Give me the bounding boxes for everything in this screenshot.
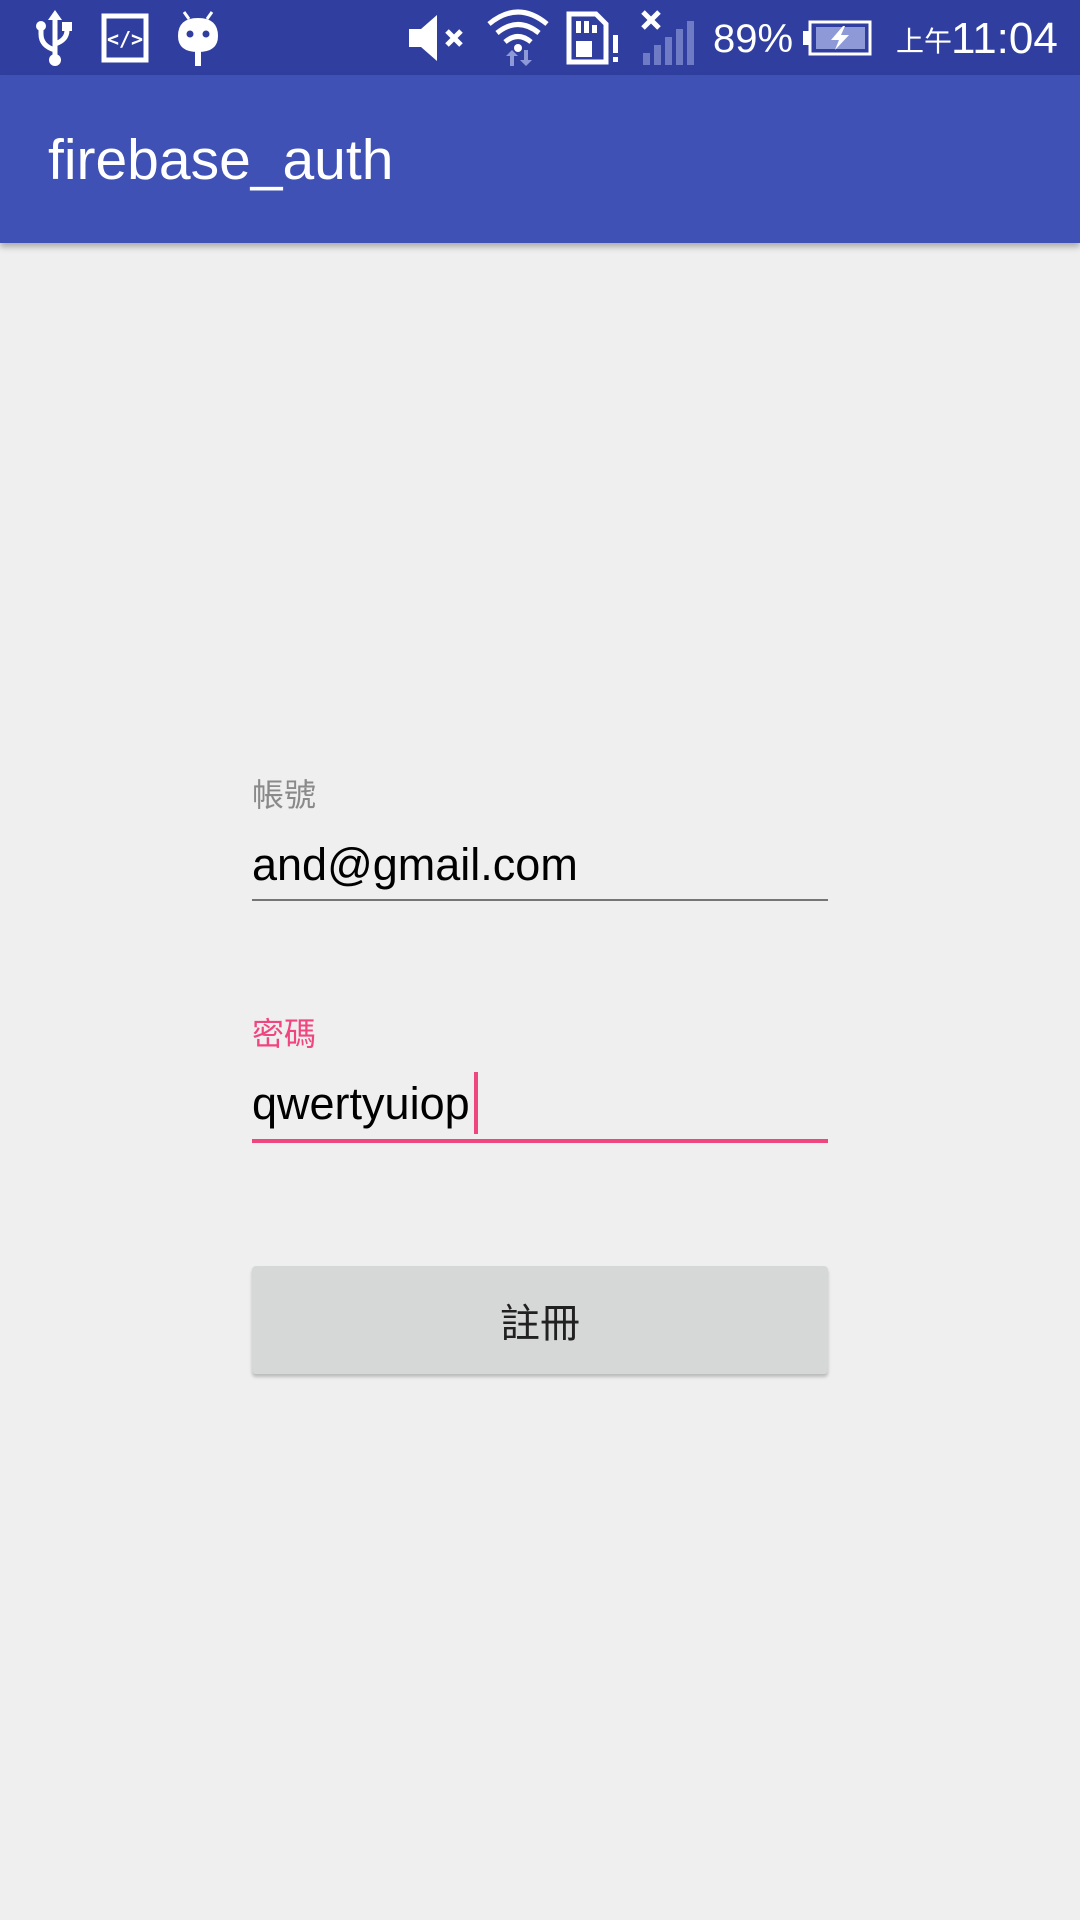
account-label: 帳號: [252, 777, 317, 813]
sd-card-alert-icon: [566, 10, 622, 66]
svg-text:</>: </>: [107, 27, 143, 51]
app-title: firebase_auth: [48, 128, 394, 192]
android-debug-icon: [174, 10, 222, 66]
clock-time: 11:04: [951, 14, 1058, 63]
battery-charging-icon: [803, 10, 873, 66]
time-period: 上午: [896, 26, 953, 57]
register-button[interactable]: 註冊: [252, 1266, 828, 1374]
developer-mode-icon: </>: [100, 10, 150, 66]
password-input-underline: [252, 1139, 828, 1143]
app-bar: firebase_auth: [0, 75, 1080, 243]
no-signal-icon: [638, 10, 702, 66]
account-input-underline: [252, 899, 828, 901]
password-input[interactable]: [252, 1071, 828, 1137]
password-label: 密碼: [252, 1016, 317, 1052]
text-cursor: [474, 1072, 478, 1134]
battery-percent: 89%: [713, 17, 794, 61]
usb-icon: [28, 10, 82, 66]
wifi-icon: [484, 9, 552, 66]
account-input[interactable]: [252, 832, 828, 898]
volume-mute-icon: [406, 10, 468, 66]
status-bar: </> 89% 上午 11:04: [0, 0, 1080, 75]
